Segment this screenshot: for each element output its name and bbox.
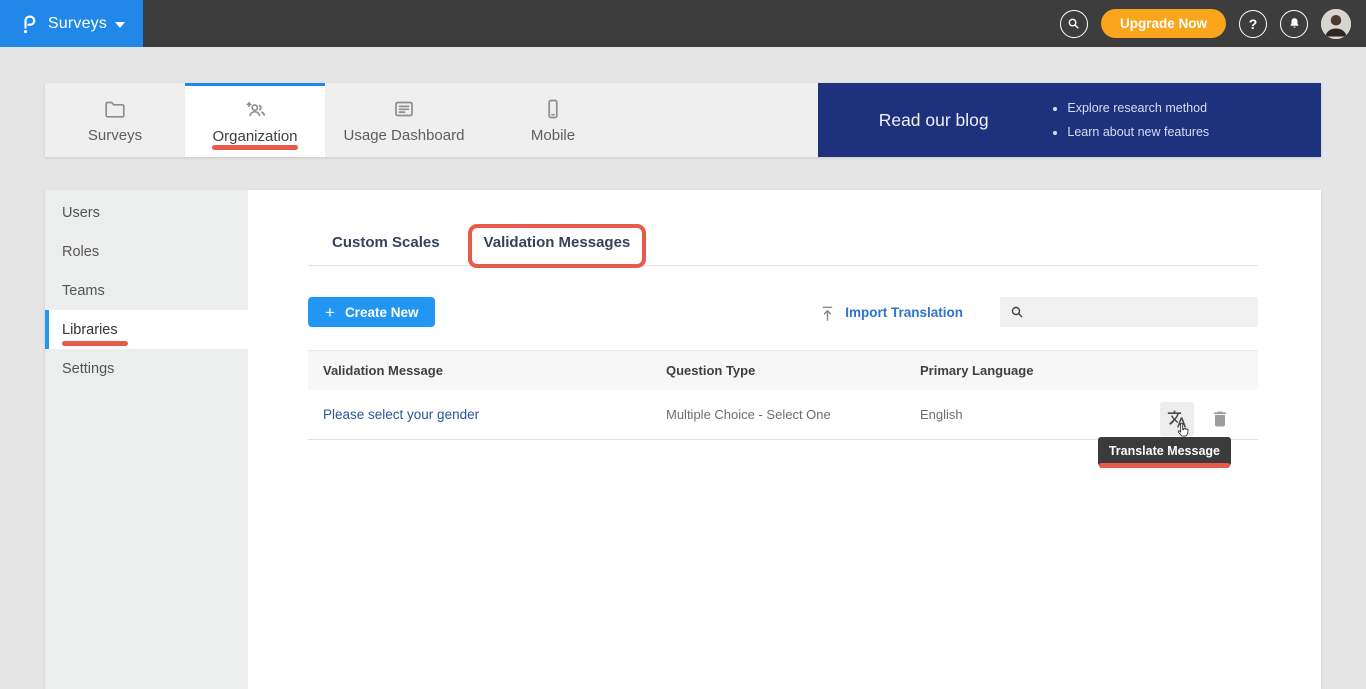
table-search[interactable] — [1000, 297, 1258, 327]
blog-bullet-list: Explore research method Learn about new … — [1049, 96, 1209, 145]
sidebar-item-teams[interactable]: Teams — [45, 271, 248, 310]
nav-tab-usage-dashboard[interactable]: Usage Dashboard — [325, 83, 483, 157]
tab-custom-scales[interactable]: Custom Scales — [332, 234, 440, 267]
nav-tab-mobile[interactable]: Mobile — [483, 83, 623, 157]
table-row: Please select your gender Multiple Choic… — [308, 390, 1258, 440]
tab-validation-messages[interactable]: Validation Messages — [484, 234, 631, 267]
mobile-icon — [541, 97, 565, 121]
bell-icon — [1287, 16, 1302, 31]
tooltip-translate-message: Translate Message — [1098, 437, 1231, 466]
delete-button[interactable] — [1210, 409, 1230, 429]
sidebar-item-label: Libraries — [62, 322, 118, 338]
column-header-primary-language: Primary Language — [905, 363, 1098, 378]
nav-tab-label: Usage Dashboard — [344, 127, 465, 144]
question-mark-icon: ? — [1249, 16, 1258, 32]
main-panel: Users Roles Teams Libraries Settings Cus… — [45, 190, 1321, 689]
blog-bullet: Learn about new features — [1067, 120, 1209, 144]
search-icon — [1009, 304, 1025, 320]
topbar-actions: Upgrade Now ? — [1060, 9, 1366, 39]
avatar-photo — [1321, 9, 1351, 39]
annotation-underline-libraries — [62, 341, 128, 346]
sidebar-item-label: Settings — [62, 361, 114, 377]
create-new-button[interactable]: + Create New — [308, 297, 435, 327]
translate-message-button[interactable] — [1160, 402, 1194, 436]
sidebar-item-label: Roles — [62, 244, 99, 260]
blog-promo-panel[interactable]: Read our blog Explore research method Le… — [818, 83, 1321, 157]
sidebar-item-users[interactable]: Users — [45, 193, 248, 232]
chevron-down-icon — [115, 22, 125, 28]
search-icon — [1066, 16, 1081, 31]
add-people-icon — [243, 98, 267, 122]
help-button[interactable]: ? — [1239, 10, 1267, 38]
nav-tab-label: Mobile — [531, 127, 575, 144]
search-input[interactable] — [1032, 305, 1249, 320]
nav-tab-surveys[interactable]: Surveys — [45, 83, 185, 157]
validation-messages-table: Validation Message Question Type Primary… — [308, 350, 1258, 440]
upgrade-now-button[interactable]: Upgrade Now — [1101, 9, 1226, 38]
plus-icon: + — [325, 304, 335, 321]
primary-nav: Surveys Organization Usage Dashboard — [45, 83, 1321, 157]
toolbar-right: Import Translation — [819, 297, 1258, 327]
blog-title: Read our blog — [818, 110, 1049, 131]
sidebar-item-label: Users — [62, 205, 100, 221]
upload-icon — [819, 304, 836, 321]
question-type-cell: Multiple Choice - Select One — [651, 407, 905, 422]
nav-tab-label: Organization — [212, 128, 297, 145]
notifications-button[interactable] — [1280, 10, 1308, 38]
trash-icon — [1210, 409, 1230, 429]
column-header-question-type: Question Type — [651, 363, 905, 378]
import-translation-link[interactable]: Import Translation — [819, 304, 963, 321]
nav-tab-organization[interactable]: Organization — [185, 83, 325, 157]
toolbar: + Create New Import Translation — [308, 297, 1258, 327]
product-name: Surveys — [48, 15, 107, 33]
content-tabs: Custom Scales Validation Messages — [308, 234, 1258, 266]
folder-icon — [103, 97, 127, 121]
row-actions: Translate Message — [1098, 390, 1258, 439]
blog-bullet: Explore research method — [1067, 96, 1209, 120]
tooltip-label: Translate Message — [1109, 444, 1220, 458]
validation-message-link[interactable]: Please select your gender — [323, 407, 479, 422]
sidebar-item-settings[interactable]: Settings — [45, 349, 248, 388]
translate-icon — [1167, 409, 1187, 429]
brand-logo[interactable]: Surveys — [0, 0, 143, 47]
create-new-label: Create New — [345, 305, 419, 320]
dashboard-icon — [392, 97, 416, 121]
nav-tab-label: Surveys — [88, 127, 142, 144]
column-header-validation-message: Validation Message — [308, 363, 651, 378]
sidebar-item-label: Teams — [62, 283, 105, 299]
annotation-underline-tooltip — [1099, 463, 1230, 468]
search-button[interactable] — [1060, 10, 1088, 38]
import-translation-label: Import Translation — [845, 305, 963, 320]
content-area: Custom Scales Validation Messages + Crea… — [248, 190, 1321, 689]
annotation-underline-organization — [212, 145, 298, 150]
questionpro-logo-icon — [18, 12, 40, 36]
sidebar-item-libraries[interactable]: Libraries — [45, 310, 248, 349]
table-header: Validation Message Question Type Primary… — [308, 350, 1258, 390]
user-avatar[interactable] — [1321, 9, 1351, 39]
sidebar: Users Roles Teams Libraries Settings — [45, 190, 248, 689]
tab-label: Validation Messages — [484, 234, 631, 251]
primary-language-cell: English — [905, 407, 1098, 422]
topbar: Surveys Upgrade Now ? — [0, 0, 1366, 47]
sidebar-item-roles[interactable]: Roles — [45, 232, 248, 271]
